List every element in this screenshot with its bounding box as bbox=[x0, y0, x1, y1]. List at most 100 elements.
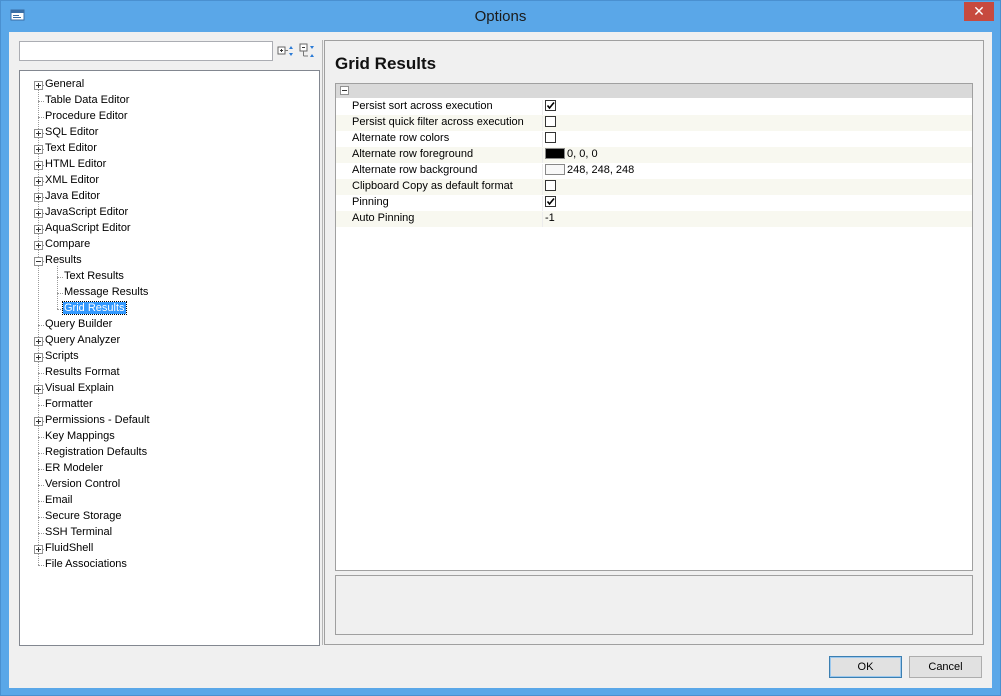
page-title: Grid Results bbox=[335, 54, 437, 73]
tree-item-secure-storage[interactable]: Secure Storage bbox=[44, 509, 122, 525]
text-value: -1 bbox=[545, 212, 555, 224]
tree-item-grid-results[interactable]: Grid Results bbox=[62, 301, 127, 317]
expand-icon[interactable] bbox=[34, 193, 43, 202]
property-value[interactable] bbox=[542, 196, 556, 211]
tree-item-javascript-editor[interactable]: JavaScript Editor bbox=[44, 205, 129, 221]
tree-item-html-editor[interactable]: HTML Editor bbox=[44, 157, 107, 173]
tree-connector bbox=[38, 437, 44, 438]
property-value[interactable]: 248, 248, 248 bbox=[542, 163, 634, 179]
tree-item-ssh-terminal[interactable]: SSH Terminal bbox=[44, 525, 113, 541]
expand-icon[interactable] bbox=[34, 417, 43, 426]
property-value[interactable]: -1 bbox=[542, 212, 555, 227]
search-input[interactable] bbox=[19, 41, 273, 61]
expand-icon[interactable] bbox=[34, 161, 43, 170]
tree-item-visual-explain[interactable]: Visual Explain bbox=[44, 381, 115, 397]
checkbox[interactable] bbox=[545, 132, 556, 144]
property-row-alternate-row-foreground[interactable]: Alternate row foreground 0, 0, 0 bbox=[336, 147, 972, 163]
tree-item-formatter[interactable]: Formatter bbox=[44, 397, 94, 413]
color-swatch[interactable] bbox=[545, 163, 565, 175]
expand-icon[interactable] bbox=[34, 145, 43, 154]
tree-item-java-editor[interactable]: Java Editor bbox=[44, 189, 101, 205]
tree-item-xml-editor[interactable]: XML Editor bbox=[44, 173, 100, 189]
property-row-auto-pinning[interactable]: Auto Pinning -1 bbox=[336, 211, 972, 227]
panel-splitter[interactable] bbox=[322, 40, 323, 645]
close-button[interactable]: ✕ bbox=[964, 2, 994, 21]
collapse-icon[interactable] bbox=[340, 86, 349, 95]
tree-item-text-editor[interactable]: Text Editor bbox=[44, 141, 98, 157]
expand-all-button[interactable] bbox=[277, 43, 294, 60]
tree-item-email[interactable]: Email bbox=[44, 493, 74, 509]
expand-icon[interactable] bbox=[34, 129, 43, 138]
tree-item-label: Grid Results bbox=[62, 301, 127, 315]
property-value[interactable] bbox=[542, 132, 556, 147]
cancel-button[interactable]: Cancel bbox=[909, 656, 982, 678]
tree-item-results-format[interactable]: Results Format bbox=[44, 365, 121, 381]
tree-item-permissions-default[interactable]: Permissions - Default bbox=[44, 413, 151, 429]
property-row-alternate-row-background[interactable]: Alternate row background 248, 248, 248 bbox=[336, 163, 972, 179]
expand-icon[interactable] bbox=[34, 81, 43, 90]
expand-icon[interactable] bbox=[34, 385, 43, 394]
property-grid[interactable]: Persist sort across execution Persist qui… bbox=[335, 83, 973, 571]
tree-connector bbox=[38, 453, 44, 454]
checkbox[interactable] bbox=[545, 116, 556, 128]
tree-item-version-control[interactable]: Version Control bbox=[44, 477, 121, 493]
property-value[interactable] bbox=[542, 100, 556, 115]
property-row-persist-sort-across-execution[interactable]: Persist sort across execution bbox=[336, 99, 972, 115]
expand-icon[interactable] bbox=[34, 353, 43, 362]
tree-item-query-builder[interactable]: Query Builder bbox=[44, 317, 113, 333]
tree-item-label: FluidShell bbox=[45, 542, 94, 554]
tree-item-key-mappings[interactable]: Key Mappings bbox=[44, 429, 116, 445]
tree-item-label: Scripts bbox=[45, 350, 79, 362]
tree-item-query-analyzer[interactable]: Query Analyzer bbox=[44, 333, 121, 349]
tree-item-table-data-editor[interactable]: Table Data Editor bbox=[44, 93, 130, 109]
color-swatch[interactable] bbox=[545, 147, 565, 159]
tree-connector bbox=[38, 325, 44, 326]
tree-item-scripts[interactable]: Scripts bbox=[44, 349, 80, 365]
category-header[interactable] bbox=[336, 84, 972, 98]
property-name: Alternate row colors bbox=[352, 132, 450, 144]
expand-icon[interactable] bbox=[34, 209, 43, 218]
property-value[interactable] bbox=[542, 116, 556, 131]
property-row-persist-quick-filter-across-execution[interactable]: Persist quick filter across execution bbox=[336, 115, 972, 131]
tree-item-message-results[interactable]: Message Results bbox=[63, 285, 149, 301]
tree-item-er-modeler[interactable]: ER Modeler bbox=[44, 461, 104, 477]
collapse-icon[interactable] bbox=[34, 257, 43, 266]
tree-item-label: File Associations bbox=[45, 558, 127, 570]
checkbox[interactable] bbox=[545, 180, 556, 192]
expand-icon[interactable] bbox=[34, 545, 43, 554]
tree-item-sql-editor[interactable]: SQL Editor bbox=[44, 125, 99, 141]
tree-item-label: ER Modeler bbox=[45, 462, 104, 474]
tree-item-label: Text Results bbox=[64, 270, 124, 282]
tree-item-label: Permissions - Default bbox=[45, 414, 150, 426]
expand-icon[interactable] bbox=[34, 241, 43, 250]
expand-icon[interactable] bbox=[34, 225, 43, 234]
property-value[interactable]: 0, 0, 0 bbox=[542, 147, 598, 163]
property-name: Auto Pinning bbox=[352, 212, 415, 224]
tree-item-label: Query Builder bbox=[45, 318, 113, 330]
checkbox[interactable] bbox=[545, 196, 556, 208]
tree-item-general[interactable]: General bbox=[44, 77, 85, 93]
property-row-clipboard-copy-as-default-format[interactable]: Clipboard Copy as default format bbox=[336, 179, 972, 195]
tree-item-registration-defaults[interactable]: Registration Defaults bbox=[44, 445, 148, 461]
tree-item-file-associations[interactable]: File Associations bbox=[44, 557, 128, 573]
expand-icon[interactable] bbox=[34, 177, 43, 186]
tree-item-procedure-editor[interactable]: Procedure Editor bbox=[44, 109, 129, 125]
tree-item-label: SQL Editor bbox=[45, 126, 99, 138]
tree-item-compare[interactable]: Compare bbox=[44, 237, 91, 253]
tree-item-fluidshell[interactable]: FluidShell bbox=[44, 541, 94, 557]
tree-item-text-results[interactable]: Text Results bbox=[63, 269, 125, 285]
ok-button[interactable]: OK bbox=[829, 656, 902, 678]
tree-item-aquascript-editor[interactable]: AquaScript Editor bbox=[44, 221, 132, 237]
title-bar[interactable]: Options ✕ bbox=[1, 1, 1000, 32]
property-row-alternate-row-colors[interactable]: Alternate row colors bbox=[336, 131, 972, 147]
collapse-all-button[interactable] bbox=[299, 43, 316, 60]
property-value[interactable] bbox=[542, 180, 556, 195]
checkbox[interactable] bbox=[545, 100, 556, 112]
property-row-pinning[interactable]: Pinning bbox=[336, 195, 972, 211]
tree-item-label: HTML Editor bbox=[45, 158, 107, 170]
dialog-body: General Table Data Editor Procedure Editor… bbox=[9, 32, 992, 688]
tree-item-label: Results Format bbox=[45, 366, 120, 378]
tree-item-results[interactable]: Results bbox=[44, 253, 83, 269]
expand-icon[interactable] bbox=[34, 337, 43, 346]
options-tree[interactable]: General Table Data Editor Procedure Editor… bbox=[19, 70, 320, 646]
